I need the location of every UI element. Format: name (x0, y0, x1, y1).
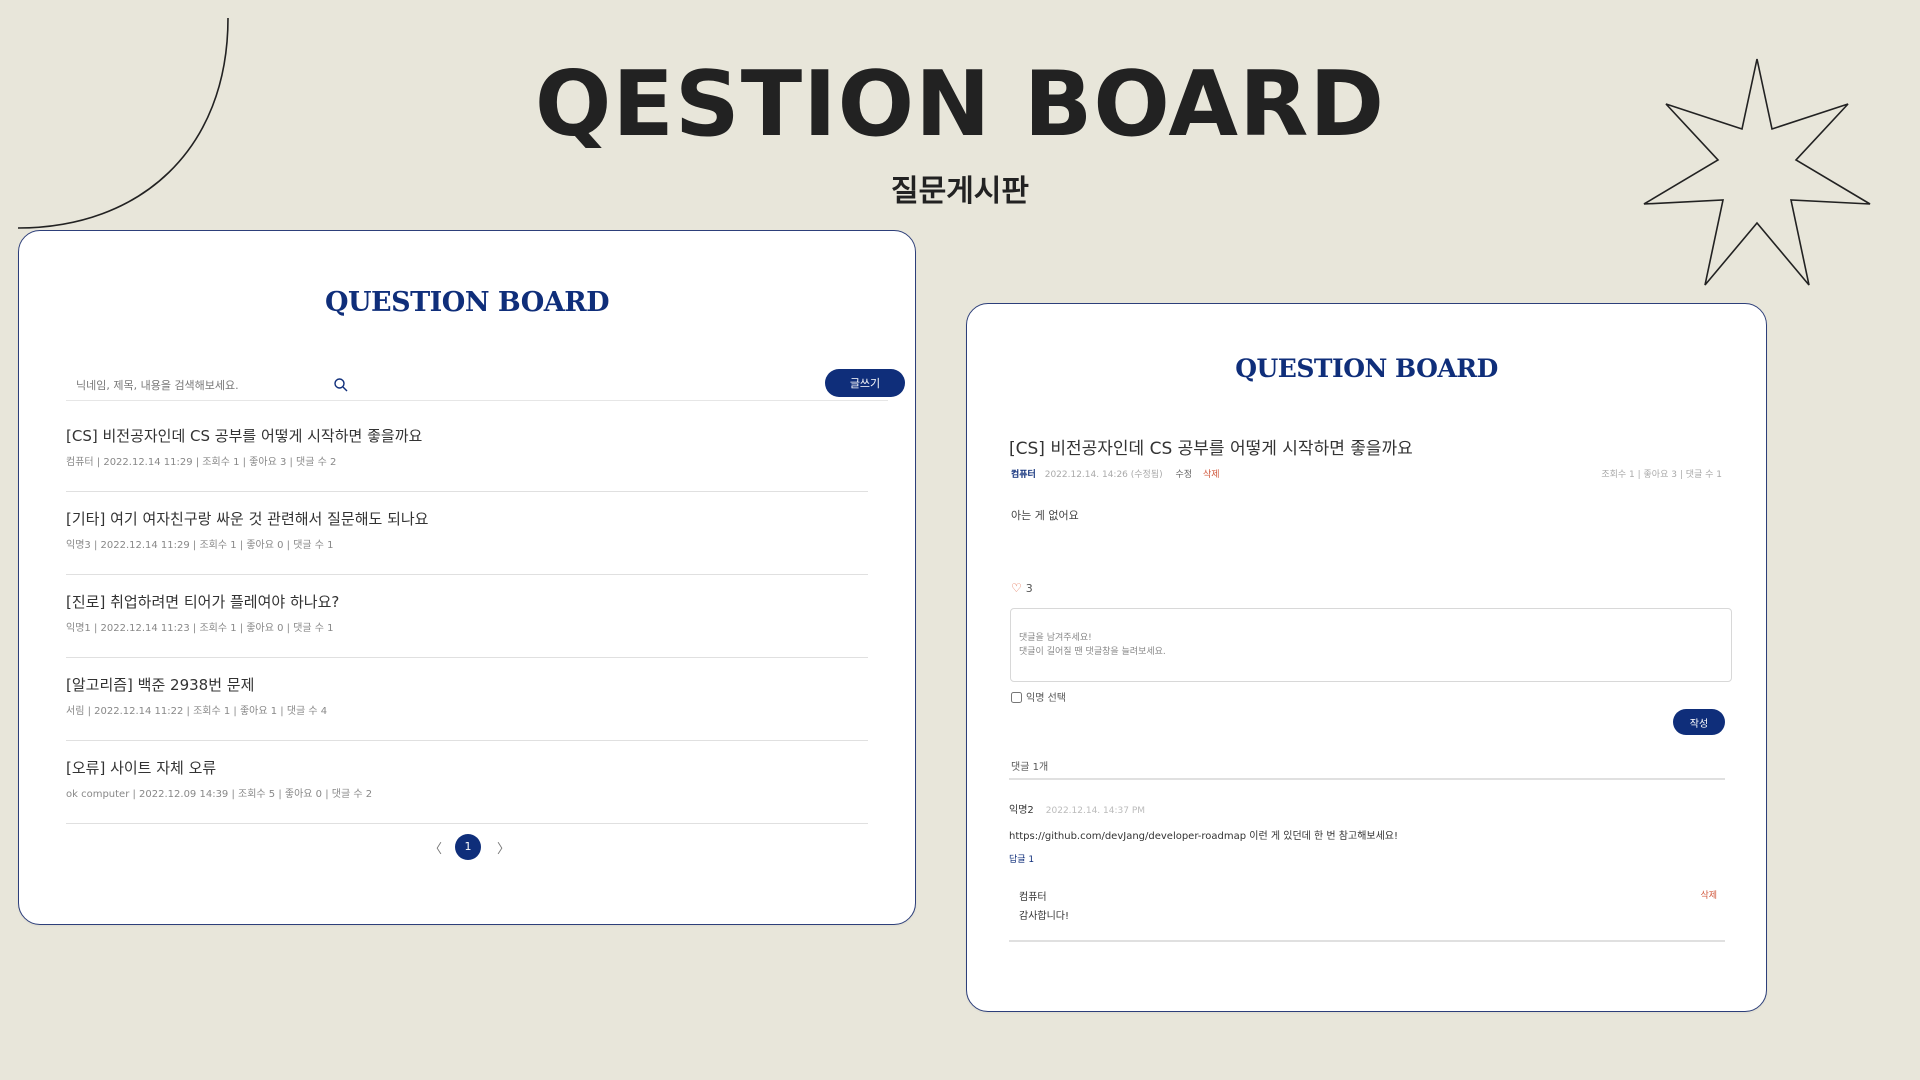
reply-item: 컴퓨터 감사합니다! 삭제 (1019, 888, 1725, 922)
post-title[interactable]: [진로] 취업하려면 티어가 플레여야 하나요? (66, 591, 339, 612)
search-bar: 글쓰기 (66, 369, 905, 401)
post-meta: 서림 | 2022.12.14 11:22 | 조회수 1 | 좋아요 1 | … (66, 706, 328, 717)
post-item[interactable]: [진로] 취업하려면 티어가 플레여야 하나요? 익명1 | 2022.12.1… (66, 575, 868, 658)
post-item[interactable]: [기타] 여기 여자친구랑 싸운 것 관련해서 질문해도 되나요 익명3 | 2… (66, 492, 868, 575)
anonymous-label: 익명 선택 (1026, 693, 1066, 704)
anonymous-option[interactable]: 익명 선택 (1011, 689, 1066, 704)
search-icon[interactable] (333, 377, 349, 393)
like-button[interactable]: ♡ 3 (1011, 581, 1033, 595)
post-stats: 조회수 1 | 좋아요 3 | 댓글 수 1 (1601, 470, 1722, 480)
like-count: 3 (1025, 582, 1033, 595)
page-title: QESTION BOARD (534, 52, 1386, 157)
heart-icon[interactable]: ♡ (1011, 581, 1022, 595)
post-detail-title: [CS] 비전공자인데 CS 공부를 어떻게 시작하면 좋을까요 (1009, 439, 1413, 459)
search-input[interactable] (76, 375, 306, 395)
post-title[interactable]: [기타] 여기 여자친구랑 싸운 것 관련해서 질문해도 되나요 (66, 508, 428, 529)
post-item[interactable]: [CS] 비전공자인데 CS 공부를 어떻게 시작하면 좋을까요 컴퓨터 | 2… (66, 409, 868, 492)
board-logo: QUESTION BOARD (324, 287, 610, 318)
post-meta: 컴퓨터 | 2022.12.14 11:29 | 조회수 1 | 좋아요 3 |… (66, 457, 337, 468)
edit-button[interactable]: 수정 (1176, 470, 1193, 480)
post-meta: 익명1 | 2022.12.14 11:23 | 조회수 1 | 좋아요 0 |… (66, 623, 334, 634)
post-detail-screenshot: QUESTION BOARD [CS] 비전공자인데 CS 공부를 어떻게 시작… (966, 303, 1767, 1012)
page-number-current[interactable]: 1 (455, 834, 481, 860)
post-author[interactable]: 컴퓨터 (1011, 470, 1036, 480)
submit-comment-button[interactable]: 작성 (1673, 709, 1725, 735)
divider (1009, 940, 1725, 942)
post-detail-meta: 컴퓨터 2022.12.14. 14:26 (수정됨) 수정 삭제 (1011, 467, 1220, 480)
page-subtitle: 질문게시판 (891, 174, 1029, 209)
next-page-button[interactable]: 〉 (497, 838, 510, 857)
post-meta: 익명3 | 2022.12.14 11:29 | 조회수 1 | 좋아요 0 |… (66, 540, 334, 551)
post-date: 2022.12.14. 14:26 (수정됨) (1044, 470, 1163, 480)
post-title[interactable]: [CS] 비전공자인데 CS 공부를 어떻게 시작하면 좋을까요 (66, 425, 422, 446)
comment-text: https://github.com/devJang/developer-roa… (1009, 831, 1399, 842)
comment-count: 댓글 1개 (1011, 762, 1049, 773)
write-button[interactable]: 글쓰기 (825, 369, 905, 397)
divider (1009, 778, 1725, 780)
post-meta: ok computer | 2022.12.09 14:39 | 조회수 5 |… (66, 789, 373, 800)
reply-toggle[interactable]: 답글 1 (1009, 852, 1034, 865)
post-title[interactable]: [알고리즘] 백준 2938번 문제 (66, 674, 254, 695)
delete-button[interactable]: 삭제 (1203, 470, 1220, 480)
board-list-screenshot: QUESTION BOARD 글쓰기 [CS] 비전공자인데 CS 공부를 어떻… (18, 230, 916, 925)
comment-input[interactable] (1010, 608, 1732, 682)
reply-text: 감사합니다! (1019, 911, 1070, 922)
post-title[interactable]: [오류] 사이트 자체 오류 (66, 757, 216, 778)
reply-delete-button[interactable]: 삭제 (1700, 888, 1717, 901)
pagination: 〈 1 〉 (19, 833, 915, 861)
comment-time: 2022.12.14. 14:37 PM (1045, 806, 1146, 816)
board-logo: QUESTION BOARD (1235, 354, 1498, 383)
comment-header: 익명2 2022.12.14. 14:37 PM (1009, 801, 1145, 816)
anonymous-checkbox[interactable] (1011, 692, 1022, 703)
comment-author: 익명2 (1009, 805, 1034, 816)
post-body: 아는 게 없어요 (1011, 509, 1079, 522)
reply-author: 컴퓨터 (1019, 892, 1047, 903)
post-item[interactable]: [알고리즘] 백준 2938번 문제 서림 | 2022.12.14 11:22… (66, 658, 868, 741)
post-item[interactable]: [오류] 사이트 자체 오류 ok computer | 2022.12.09 … (66, 741, 868, 824)
prev-page-button[interactable]: 〈 (429, 838, 442, 857)
